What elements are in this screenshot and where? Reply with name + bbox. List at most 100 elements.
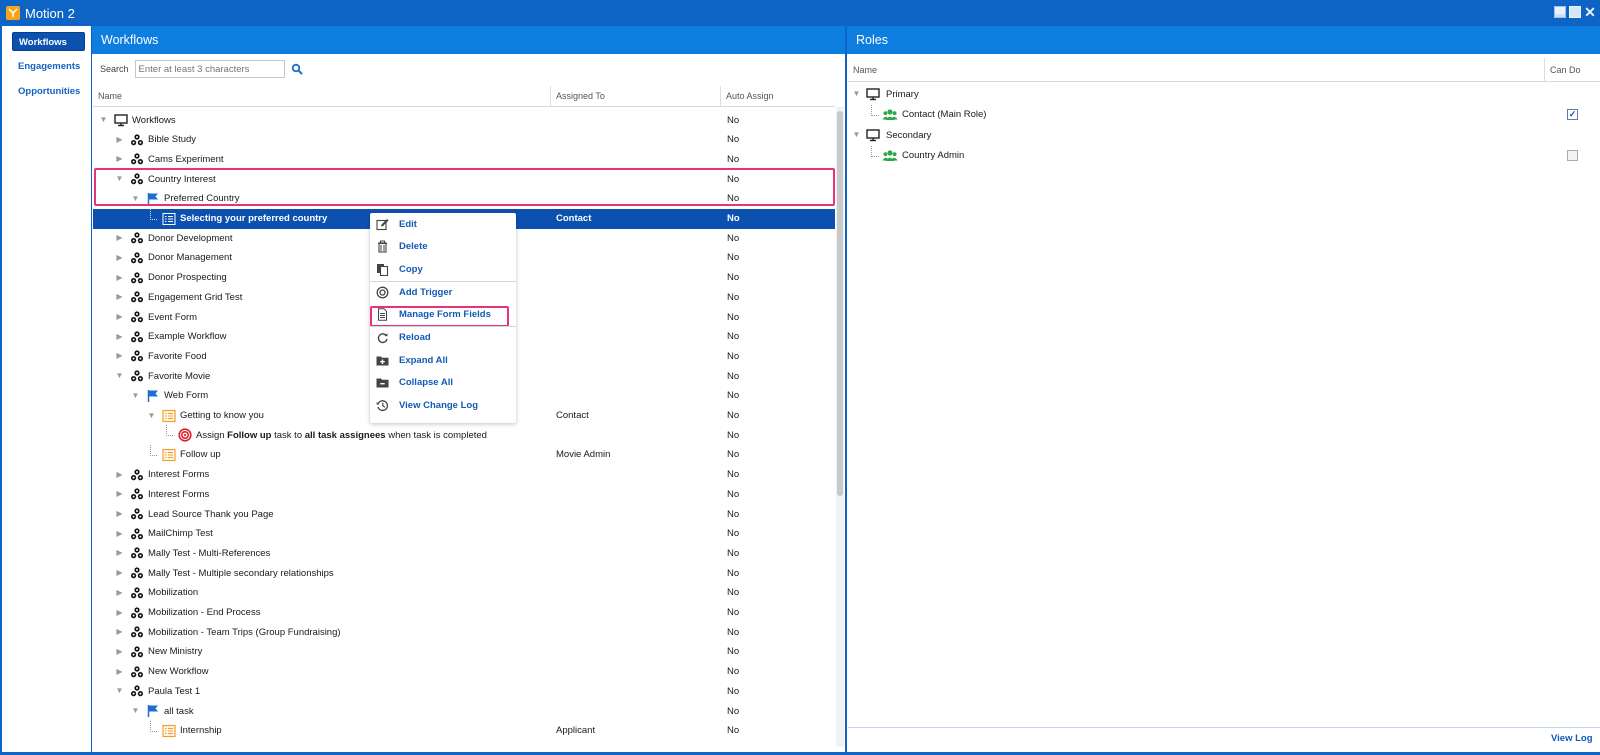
scrollbar-thumb[interactable] [837, 111, 843, 496]
role-row[interactable]: Contact (Main Role) ✓ [848, 104, 1600, 125]
collapse-arrow-icon[interactable]: ▼ [115, 174, 124, 183]
role-group-row[interactable]: ▼ Primary [848, 84, 1600, 104]
tree-row[interactable]: ▶ Interest Forms No [93, 484, 835, 504]
context-menu-item-delete[interactable]: Delete [370, 236, 516, 258]
expand-arrow-icon[interactable]: ▶ [115, 568, 124, 577]
expand-arrow-icon[interactable]: ▶ [115, 292, 124, 301]
tree-row[interactable]: ▶ Mobilization - End Process No [93, 603, 835, 623]
tree-row[interactable]: ▼ Paula Test 1 No [93, 681, 835, 701]
tree-row[interactable]: ▶ MailChimp Test No [93, 524, 835, 544]
can-do-checkbox[interactable]: ✓ [1567, 109, 1578, 121]
tree-row[interactable]: ▼ Country Interest No [93, 169, 835, 189]
tree-row[interactable]: Assign Follow up task to all task assign… [93, 425, 835, 445]
expand-arrow-icon[interactable]: ▶ [115, 667, 124, 676]
expand-arrow-icon[interactable]: ▶ [115, 233, 124, 242]
nav-item-opportunities[interactable]: Opportunities [12, 82, 85, 101]
tree-scrollbar[interactable] [836, 107, 844, 747]
collapse-arrow-icon[interactable]: ▼ [852, 89, 861, 98]
document-icon [376, 308, 389, 321]
expand-arrow-icon[interactable]: ▶ [115, 489, 124, 498]
tree-row[interactable]: Internship Applicant No [93, 720, 835, 741]
tree-row-label: Preferred Country [164, 193, 240, 205]
search-input[interactable] [134, 60, 285, 78]
search-icon[interactable] [291, 63, 303, 75]
roles-column-header-name[interactable]: Name [848, 58, 1545, 82]
collapse-arrow-icon[interactable]: ▼ [99, 115, 108, 124]
expand-arrow-icon[interactable]: ▶ [115, 351, 124, 360]
expand-arrow-icon[interactable]: ▶ [115, 273, 124, 282]
view-log-link[interactable]: View Log [1551, 733, 1593, 744]
nav-item-engagements[interactable]: Engagements [12, 57, 85, 76]
expand-arrow-icon[interactable]: ▶ [115, 529, 124, 538]
tree-connector [871, 145, 879, 157]
tree-row-auto-assign: No [727, 350, 740, 362]
collapse-arrow-icon[interactable]: ▼ [115, 371, 124, 380]
collapse-arrow-icon[interactable]: ▼ [131, 391, 140, 400]
tree-row[interactable]: ▶ Mobilization - Team Trips (Group Fundra… [93, 622, 835, 642]
context-menu-item-collapse-all[interactable]: Collapse All [370, 372, 516, 394]
tree-row[interactable]: ▶ Mally Test - Multiple secondary relatio… [93, 563, 835, 583]
context-menu-label: Add Trigger [399, 286, 453, 298]
tree-row[interactable]: ▶ Interest Forms No [93, 465, 835, 485]
expand-arrow-icon[interactable]: ▶ [115, 470, 124, 479]
tree-row[interactable]: ▶ Mally Test - Multi-References No [93, 543, 835, 563]
roles-column-header-can-do[interactable]: Can Do [1545, 58, 1600, 82]
monitor-icon [114, 113, 128, 127]
collapse-arrow-icon[interactable]: ▼ [115, 686, 124, 695]
expand-arrow-icon[interactable]: ▶ [115, 312, 124, 321]
expand-arrow-icon[interactable]: ▶ [115, 332, 124, 341]
role-label: Secondary [886, 129, 932, 141]
context-menu-label: Reload [399, 332, 431, 343]
context-menu-item-edit[interactable]: Edit [370, 213, 516, 235]
context-menu-item-expand-all[interactable]: Expand All [370, 349, 516, 371]
context-menu-item-view-change-log[interactable]: View Change Log [370, 395, 516, 417]
tree-row-auto-assign: No [727, 705, 740, 717]
collapse-arrow-icon[interactable]: ▼ [147, 411, 156, 420]
restore-icon[interactable] [1569, 6, 1581, 18]
tree-row[interactable]: Follow up Movie Admin No [93, 444, 835, 465]
roles-panel-header: Roles [847, 26, 1600, 54]
tree-row-label: Donor Development [148, 232, 233, 244]
collapse-arrow-icon[interactable]: ▼ [131, 194, 140, 203]
expand-arrow-icon[interactable]: ▶ [115, 509, 124, 518]
expand-arrow-icon[interactable]: ▶ [115, 647, 124, 656]
tree-row-auto-assign: No [727, 291, 740, 303]
role-row[interactable]: Country Admin [848, 145, 1600, 166]
tree-row[interactable]: ▶ New Workflow No [93, 662, 835, 682]
tree-row[interactable]: ▼ Preferred Country No [93, 189, 835, 209]
tree-row[interactable]: ▶ Lead Source Thank you Page No [93, 504, 835, 524]
tree-row[interactable]: ▶ New Ministry No [93, 642, 835, 662]
tree-row-label: Follow up [180, 449, 221, 461]
expand-arrow-icon[interactable]: ▶ [115, 608, 124, 617]
minimize-icon[interactable] [1554, 6, 1566, 18]
expand-arrow-icon[interactable]: ▶ [115, 253, 124, 262]
task-icon [162, 409, 176, 423]
expand-arrow-icon[interactable]: ▶ [115, 627, 124, 636]
collapse-arrow-icon[interactable]: ▼ [131, 706, 140, 715]
tree-row[interactable]: ▶ Cams Experiment No [93, 149, 835, 169]
context-menu-item-manage-form-fields[interactable]: Manage Form Fields [370, 304, 516, 326]
column-header-auto-assign[interactable]: Auto Assign [721, 86, 835, 106]
tree-row[interactable]: ▶ Mobilization No [93, 583, 835, 603]
tree-row[interactable]: ▼ Workflows No [93, 110, 835, 130]
nav-item-workflows[interactable]: Workflows [12, 32, 85, 51]
context-menu-item-reload[interactable]: Reload [370, 327, 516, 349]
left-navigation: Workflows Engagements Opportunities [0, 26, 92, 755]
column-header-name[interactable]: Name [93, 86, 551, 106]
tree-row[interactable]: ▶ Bible Study No [93, 130, 835, 150]
expand-arrow-icon[interactable]: ▶ [115, 154, 124, 163]
can-do-checkbox[interactable] [1567, 150, 1578, 162]
workflow-icon [130, 310, 144, 324]
close-icon[interactable]: ✕ [1584, 5, 1596, 19]
task-icon [162, 724, 176, 738]
workflow-icon [130, 625, 144, 639]
context-menu-item-add-trigger[interactable]: Add Trigger [370, 281, 516, 303]
expand-arrow-icon[interactable]: ▶ [115, 588, 124, 597]
expand-arrow-icon[interactable]: ▶ [115, 135, 124, 144]
context-menu-item-copy[interactable]: Copy [370, 258, 516, 280]
expand-arrow-icon[interactable]: ▶ [115, 548, 124, 557]
role-group-row[interactable]: ▼ Secondary [848, 125, 1600, 145]
column-header-assigned-to[interactable]: Assigned To [551, 86, 721, 106]
tree-row[interactable]: ▼ all task No [93, 701, 835, 721]
collapse-arrow-icon[interactable]: ▼ [852, 130, 861, 139]
